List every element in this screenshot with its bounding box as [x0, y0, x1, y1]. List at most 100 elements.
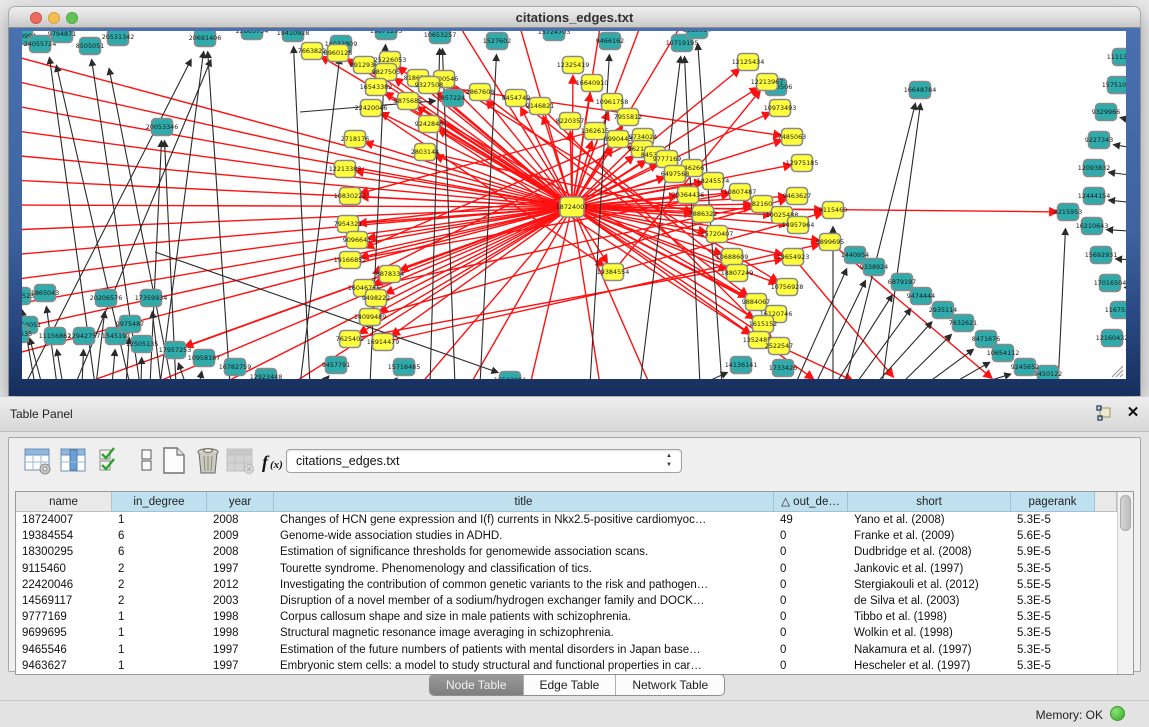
edge[interactable] [1109, 200, 1126, 204]
selected-node[interactable]: 6497568 [661, 166, 689, 183]
selected-node[interactable]: 2718176 [341, 131, 369, 148]
selected-node[interactable]: 7663822 [298, 43, 326, 60]
show-columns-icon[interactable] [59, 446, 89, 476]
table-cell[interactable]: 1 [112, 642, 207, 658]
node[interactable]: 16782759 [219, 359, 252, 376]
table-cell[interactable]: 2008 [207, 512, 274, 528]
select-rows-icon[interactable] [97, 446, 127, 476]
node[interactable]: 17359934 [135, 290, 168, 307]
table-cell[interactable]: 5.3E-5 [1011, 642, 1095, 658]
edge[interactable] [112, 350, 115, 379]
table-cell[interactable]: 0 [774, 625, 848, 641]
table-cell[interactable]: 5.6E-5 [1011, 528, 1095, 544]
table-cell[interactable]: 5.5E-5 [1011, 577, 1095, 593]
table-cell[interactable]: Nakamura et al. (1997) [848, 642, 1011, 658]
edge[interactable] [845, 104, 915, 379]
node[interactable]: 9466162 [596, 33, 624, 50]
node[interactable]: 19871295 [370, 31, 403, 40]
table-cell[interactable]: 2003 [207, 593, 274, 609]
edge[interactable] [96, 312, 105, 379]
table-row[interactable]: 1456911722003Disruption of a novel membe… [16, 593, 1117, 609]
node[interactable]: 8813034 [683, 31, 711, 39]
node[interactable]: 19410928 [277, 31, 310, 42]
table-cell[interactable]: Tourette syndrome. Phenomenology and cla… [274, 561, 774, 577]
node[interactable]: 9457791 [322, 357, 350, 374]
table-cell[interactable]: Structural magnetic resonance image aver… [274, 625, 774, 641]
hub-node[interactable]: 18724007 [556, 197, 589, 217]
table-cell[interactable]: Estimation of significance thresholds fo… [274, 544, 774, 560]
node[interactable]: 12505135 [126, 336, 159, 353]
selected-node[interactable]: 7886322 [689, 206, 717, 223]
table-cell[interactable]: 9463627 [16, 658, 112, 674]
window-titlebar[interactable]: citations_edges.txt [8, 6, 1141, 28]
node[interactable]: 22865734 [236, 31, 269, 40]
table-cell[interactable]: Yano et al. (2008) [848, 512, 1011, 528]
selected-node[interactable]: 9242848 [415, 116, 443, 133]
selected-node[interactable]: 2803144 [411, 144, 439, 161]
table-cell[interactable]: Jankovic et al. (1997) [848, 561, 1011, 577]
edge[interactable] [815, 281, 865, 379]
table-cell[interactable]: 2 [112, 577, 207, 593]
table-cell[interactable]: 2 [112, 561, 207, 577]
edge[interactable] [835, 295, 892, 379]
node[interactable]: 1865043 [31, 285, 59, 302]
node[interactable]: 8215953 [1054, 204, 1082, 221]
trash-icon[interactable] [193, 446, 223, 476]
column-header-title[interactable]: title [274, 492, 774, 512]
table-cell[interactable]: 5.3E-5 [1011, 609, 1095, 625]
selected-node[interactable]: 19654923 [777, 249, 810, 266]
edge[interactable] [141, 358, 142, 379]
table-cell[interactable]: 9115460 [16, 561, 112, 577]
node[interactable]: 9227343 [1085, 132, 1113, 149]
node[interactable]: 16542091 [494, 372, 527, 380]
function-builder-icon[interactable]: f (x) [259, 446, 289, 476]
table-row[interactable]: 946362711997Embryonic stem cells: a mode… [16, 658, 1117, 674]
node[interactable]: 9329966 [1092, 104, 1120, 121]
edge[interactable] [321, 376, 329, 379]
table-row[interactable]: 1938455462009Genome-wide association stu… [16, 528, 1117, 544]
table-cell[interactable]: 6 [112, 528, 207, 544]
table-cell[interactable]: 0 [774, 561, 848, 577]
table-cell[interactable]: 2012 [207, 577, 274, 593]
selected-node[interactable]: 5875685 [394, 93, 422, 110]
table-chooser-dropdown[interactable]: citations_edges.txt ▲▼ [286, 449, 682, 473]
edge[interactable] [855, 309, 911, 379]
selected-node[interactable]: 9115460 [819, 202, 847, 219]
table-cell[interactable]: Wolkin et al. (1998) [848, 625, 1011, 641]
table-cell[interactable]: 18300295 [16, 544, 112, 560]
column-header-year[interactable]: year [207, 492, 274, 512]
table-cell[interactable]: Stergiakouli et al. (2012) [848, 577, 1011, 593]
selected-node[interactable]: 9498222 [362, 290, 390, 307]
node[interactable]: 15751074 [1102, 77, 1126, 94]
node[interactable]: 10958187 [188, 350, 221, 367]
selected-node[interactable]: 8878334 [376, 266, 404, 283]
selected-node[interactable]: 16640910 [576, 75, 609, 92]
edge[interactable] [1121, 118, 1126, 124]
column-header-out_de[interactable]: △ out_de… [774, 492, 848, 512]
node[interactable]: 16648784 [904, 82, 937, 99]
table-cell[interactable]: 5.3E-5 [1011, 625, 1095, 641]
edge[interactable] [57, 350, 63, 379]
node[interactable]: 1527602 [483, 33, 511, 50]
selected-node[interactable]: 9327508 [415, 77, 443, 94]
edge[interactable] [900, 335, 951, 379]
table-cell[interactable]: Franke et al. (2009) [848, 528, 1011, 544]
node[interactable]: 12923448 [250, 369, 283, 380]
edge[interactable] [1125, 287, 1126, 290]
node[interactable]: 9338924 [860, 259, 888, 276]
selected-node[interactable]: 12325419 [557, 57, 590, 74]
edge[interactable] [294, 47, 310, 379]
table-cell[interactable]: 19384554 [16, 528, 112, 544]
table-cell[interactable]: 1998 [207, 625, 274, 641]
edge[interactable] [1114, 145, 1126, 150]
table-cell[interactable]: 2008 [207, 544, 274, 560]
node[interactable]: 14136141 [725, 357, 758, 374]
node[interactable]: 12093832 [1078, 160, 1111, 177]
selected-node[interactable]: 9899695 [816, 234, 844, 251]
selected-node[interactable]: 2867608 [466, 84, 494, 101]
node[interactable]: 20206576 [90, 290, 123, 307]
new-document-icon[interactable] [159, 446, 189, 476]
table-cell[interactable]: 1 [112, 625, 207, 641]
selected-node[interactable]: 10756928 [771, 279, 804, 296]
table-cell[interactable]: 18724007 [16, 512, 112, 528]
